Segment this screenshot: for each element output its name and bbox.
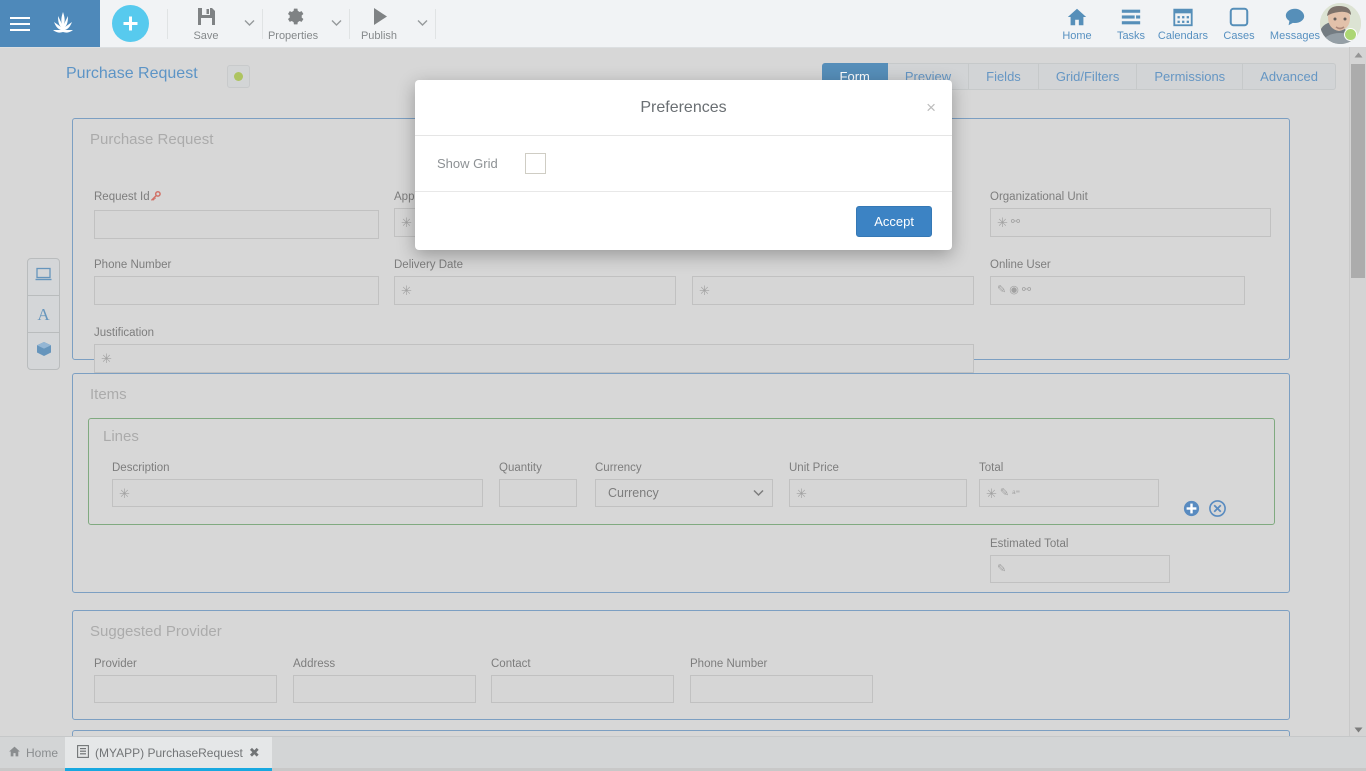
dialog-footer: Accept [415,192,952,250]
preferences-dialog: Preferences × Show Grid Accept [415,80,952,250]
dialog-header: Preferences × [415,80,952,136]
show-grid-checkbox[interactable] [525,153,546,174]
dialog-body: Show Grid [415,136,952,192]
close-icon[interactable]: × [926,99,936,116]
accept-button[interactable]: Accept [856,205,932,237]
show-grid-label: Show Grid [437,156,498,171]
dialog-title: Preferences [640,98,727,116]
